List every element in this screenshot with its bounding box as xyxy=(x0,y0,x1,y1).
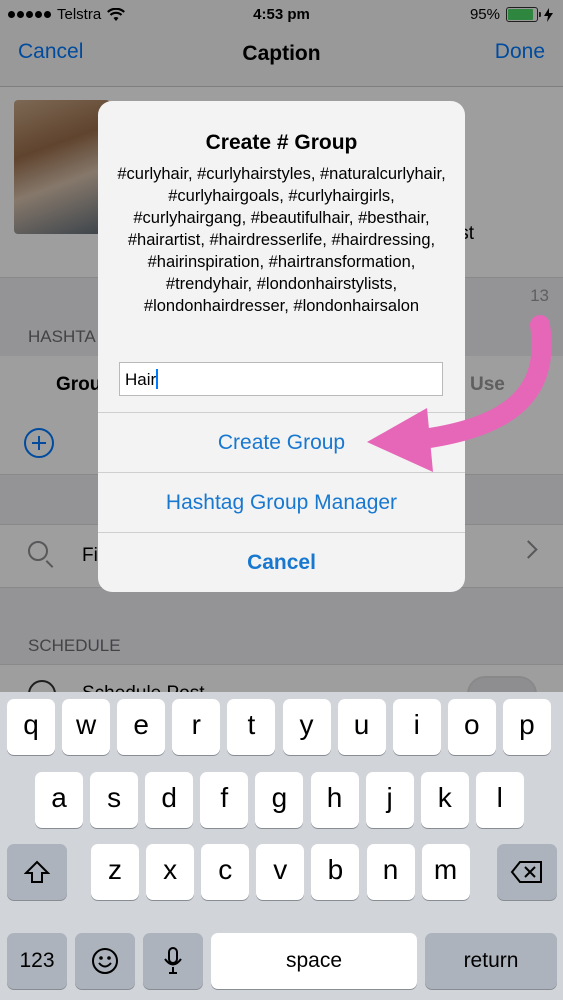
keyboard: qwertyuiop asdfghjkl zxcvbnm 123 space r… xyxy=(0,692,563,1000)
shift-icon xyxy=(23,860,51,883)
group-name-value: Hair xyxy=(125,370,157,389)
key-f[interactable]: f xyxy=(200,772,249,828)
space-key[interactable]: space xyxy=(211,933,417,989)
key-v[interactable]: v xyxy=(256,844,305,900)
key-c[interactable]: c xyxy=(201,844,250,900)
shift-key[interactable] xyxy=(7,844,67,900)
emoji-key[interactable] xyxy=(75,933,135,989)
key-x[interactable]: x xyxy=(146,844,195,900)
key-h[interactable]: h xyxy=(310,772,359,828)
key-w[interactable]: w xyxy=(62,699,111,755)
key-k[interactable]: k xyxy=(420,772,469,828)
key-l[interactable]: l xyxy=(475,772,524,828)
key-u[interactable]: u xyxy=(337,699,386,755)
key-i[interactable]: i xyxy=(392,699,441,755)
key-m[interactable]: m xyxy=(421,844,470,900)
text-cursor xyxy=(156,369,159,389)
pointer-arrow-annotation xyxy=(367,315,552,472)
microphone-icon xyxy=(164,947,182,974)
key-d[interactable]: d xyxy=(145,772,194,828)
key-p[interactable]: p xyxy=(502,699,551,755)
key-g[interactable]: g xyxy=(255,772,304,828)
key-a[interactable]: a xyxy=(35,772,83,828)
dictation-key[interactable] xyxy=(143,933,203,989)
numbers-key[interactable]: 123 xyxy=(7,933,67,989)
key-q[interactable]: q xyxy=(7,699,55,755)
key-o[interactable]: o xyxy=(447,699,496,755)
alert-cancel-button[interactable]: Cancel xyxy=(98,532,465,592)
alert-title: Create # Group xyxy=(205,131,358,154)
key-j[interactable]: j xyxy=(365,772,414,828)
key-t[interactable]: t xyxy=(227,699,276,755)
key-e[interactable]: e xyxy=(117,699,166,755)
key-s[interactable]: s xyxy=(90,772,139,828)
return-key[interactable]: return xyxy=(425,933,557,989)
alert-message: #curlyhair, #curlyhairstyles, #naturalcu… xyxy=(117,165,446,315)
delete-key[interactable] xyxy=(497,844,557,900)
key-y[interactable]: y xyxy=(282,699,331,755)
backspace-icon xyxy=(510,861,542,883)
emoji-icon xyxy=(92,948,118,974)
key-r[interactable]: r xyxy=(172,699,221,755)
key-z[interactable]: z xyxy=(91,844,139,900)
key-b[interactable]: b xyxy=(311,844,360,900)
key-n[interactable]: n xyxy=(366,844,415,900)
